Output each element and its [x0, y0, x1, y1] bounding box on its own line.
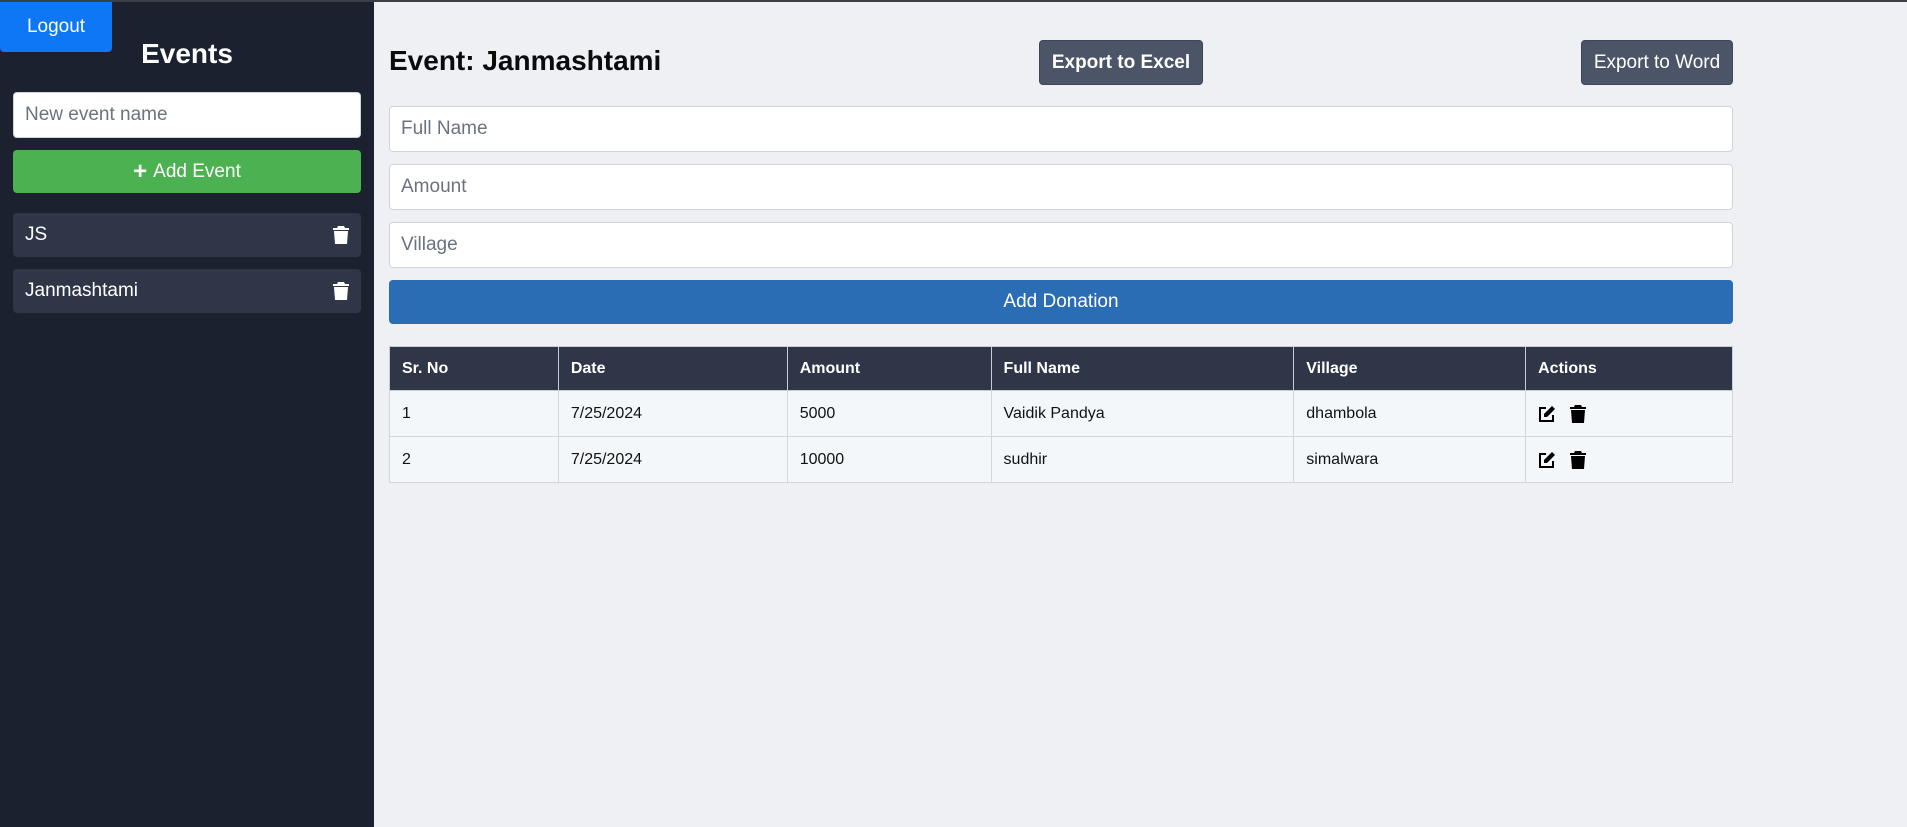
sidebar-title: Events — [141, 38, 233, 69]
export-word-button[interactable]: Export to Word — [1581, 40, 1733, 85]
donations-table: Sr. No Date Amount Full Name Village Act… — [389, 346, 1733, 483]
cell-date: 7/25/2024 — [557, 390, 788, 437]
cell-village: dhambola — [1293, 390, 1527, 437]
trash-icon[interactable] — [333, 282, 349, 300]
cell-date: 7/25/2024 — [557, 436, 788, 483]
village-input[interactable] — [389, 222, 1733, 268]
cell-amount: 10000 — [786, 436, 992, 483]
header-sr-no[interactable]: Sr. No — [389, 346, 559, 391]
add-event-button[interactable]: + Add Event — [13, 150, 361, 193]
add-donation-button[interactable]: Add Donation — [389, 280, 1733, 324]
full-name-input[interactable] — [389, 106, 1733, 152]
event-item-js[interactable]: JS — [13, 213, 361, 257]
cell-full-name: sudhir — [990, 436, 1295, 483]
cell-full-name: Vaidik Pandya — [990, 390, 1295, 437]
trash-icon[interactable] — [1570, 404, 1588, 423]
table-row: 2 7/25/2024 10000 sudhir simalwara — [389, 436, 1733, 483]
cell-actions — [1525, 390, 1733, 437]
table-row: 1 7/25/2024 5000 Vaidik Pandya dhambola — [389, 390, 1733, 437]
new-event-input[interactable] — [13, 92, 361, 138]
event-item-janmashtami[interactable]: Janmashtami — [13, 269, 361, 313]
event-list: JS Janmashtami — [13, 213, 361, 325]
cell-sr-no: 2 — [389, 436, 559, 483]
amount-input[interactable] — [389, 164, 1733, 210]
cell-sr-no: 1 — [389, 390, 559, 437]
cell-village: simalwara — [1293, 436, 1527, 483]
add-event-label: Add Event — [153, 160, 241, 182]
event-item-label: Janmashtami — [25, 280, 138, 301]
header-amount[interactable]: Amount — [786, 346, 992, 391]
header-full-name[interactable]: Full Name — [990, 346, 1295, 391]
plus-icon: + — [133, 157, 148, 185]
edit-icon[interactable] — [1538, 451, 1556, 469]
header-village[interactable]: Village — [1293, 346, 1527, 391]
main-content: Event: Janmashtami Export to Excel Expor… — [374, 2, 1907, 827]
trash-icon[interactable] — [1570, 450, 1588, 469]
table-header-row: Sr. No Date Amount Full Name Village Act… — [389, 346, 1733, 391]
trash-icon[interactable] — [333, 226, 349, 244]
event-item-label: JS — [25, 224, 48, 245]
cell-actions — [1525, 436, 1733, 483]
page-title: Event: Janmashtami — [389, 45, 662, 76]
export-excel-button[interactable]: Export to Excel — [1039, 40, 1203, 85]
header-date[interactable]: Date — [557, 346, 788, 391]
cell-amount: 5000 — [786, 390, 992, 437]
sidebar: Logout Events + Add Event JS Janmashtami — [0, 2, 374, 827]
header-actions: Actions — [1525, 346, 1733, 391]
edit-icon[interactable] — [1538, 405, 1556, 423]
